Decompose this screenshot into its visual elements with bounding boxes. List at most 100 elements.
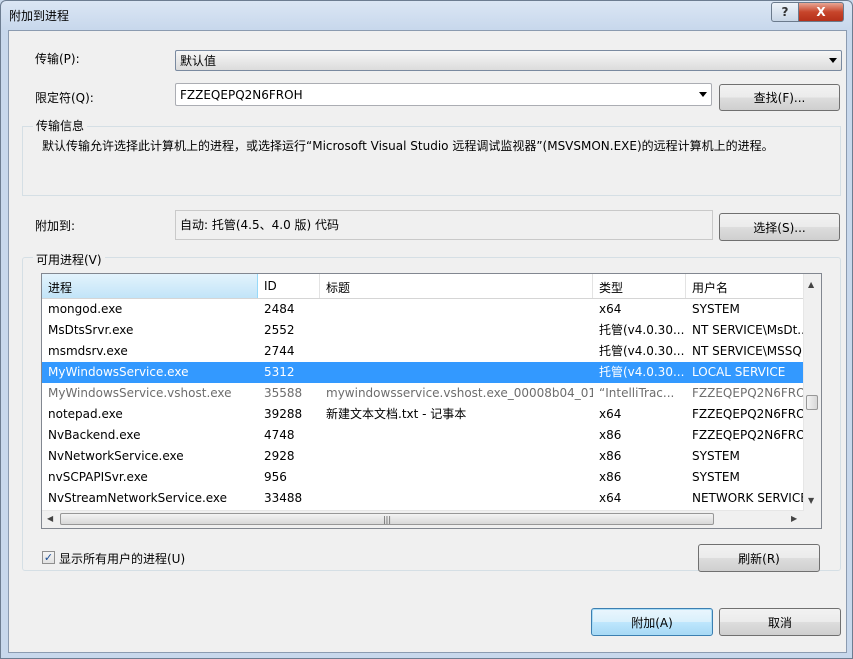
cell-id: 956	[264, 470, 287, 484]
cell-title	[320, 467, 593, 488]
cell-id: 2744	[264, 344, 295, 358]
scroll-down-icon[interactable]: ▼	[808, 496, 814, 505]
cell-user: FZZEQEPQ2N6FRO...	[692, 386, 804, 400]
cell-id: 39288	[264, 407, 303, 421]
horizontal-scroll-thumb[interactable]: |||	[60, 513, 714, 525]
cell-process: nvSCPAPISvr.exe	[48, 470, 148, 484]
cell-process: MsDtsSrvr.exe	[48, 323, 134, 337]
dialog-client: 传输(P): 默认值 限定符(Q): FZZEQEPQ2N6FROH 查找(F)…	[8, 30, 847, 653]
scroll-up-icon[interactable]: ▲	[808, 280, 814, 289]
cell-title	[320, 425, 593, 446]
available-processes-title: 可用进程(V)	[33, 251, 105, 268]
find-button[interactable]: 查找(F)...	[719, 84, 840, 111]
cell-id: 2484	[264, 302, 295, 316]
cell-type: 托管(v4.0.30...	[599, 323, 685, 337]
table-row[interactable]: msmdsrv.exe 2744 托管(v4.0.30... NT SERVICE\M…	[42, 341, 804, 362]
cell-id: 2552	[264, 323, 295, 337]
qualifier-combo[interactable]: FZZEQEPQ2N6FROH	[175, 83, 712, 106]
horizontal-scrollbar[interactable]: ◀ ||| ▶	[42, 510, 804, 528]
list-header: 进程 ID 标题 类型 用户名	[42, 274, 821, 299]
table-row[interactable]: mongod.exe 2484 x64 SYSTEM	[42, 299, 804, 320]
table-row[interactable]: nvSCPAPISvr.exe 956 x86 SYSTEM	[42, 467, 804, 488]
cell-title: 新建文本文档.txt - 记事本	[326, 407, 467, 421]
attach-to-value: 自动: 托管(4.5、4.0 版) 代码	[175, 210, 713, 240]
cell-process: msmdsrv.exe	[48, 344, 128, 358]
cell-type: x64	[599, 407, 622, 421]
cell-id: 4748	[264, 428, 295, 442]
attach-button[interactable]: 附加(A)	[591, 608, 713, 636]
refresh-button[interactable]: 刷新(R)	[698, 544, 820, 572]
grip-icon: |||	[382, 514, 392, 524]
vertical-scroll-thumb[interactable]	[806, 395, 818, 410]
title-bar[interactable]: 附加到进程 ? X	[1, 1, 852, 29]
cell-process: NvBackend.exe	[48, 428, 141, 442]
cell-title	[320, 488, 593, 509]
cell-id: 2928	[264, 449, 295, 463]
process-list[interactable]: 进程 ID 标题 类型 用户名 mongod.exe 2484 x64 SYSTEM M…	[41, 273, 822, 529]
check-icon: ✓	[43, 551, 54, 564]
select-button[interactable]: 选择(S)...	[719, 213, 840, 241]
cell-type: x86	[599, 449, 622, 463]
cell-title	[320, 362, 593, 383]
scroll-right-icon[interactable]: ▶	[791, 514, 797, 523]
chevron-down-icon	[699, 92, 707, 97]
column-header-type[interactable]: 类型	[593, 274, 686, 298]
cell-user: FZZEQEPQ2N6FRO...	[692, 407, 804, 421]
table-row[interactable]: notepad.exe 39288 新建文本文档.txt - 记事本 x64 FZZEQ…	[42, 404, 804, 425]
table-row[interactable]: NvBackend.exe 4748 x86 FZZEQEPQ2N6FRO...	[42, 425, 804, 446]
close-button[interactable]: X	[798, 2, 844, 22]
qualifier-label: 限定符(Q):	[35, 91, 94, 105]
table-row[interactable]: MyWindowsService.vshost.exe 35588 mywindow…	[42, 383, 804, 404]
cell-id: 33488	[264, 491, 303, 505]
help-button[interactable]: ?	[771, 2, 799, 22]
cell-title: mywindowsservice.vshost.exe_00008b04_01.…	[326, 386, 593, 400]
show-all-users-checkbox[interactable]: ✓	[42, 551, 55, 564]
transport-label: 传输(P):	[35, 52, 80, 66]
cell-process: NvStreamNetworkService.exe	[48, 491, 228, 505]
cell-user: NT SERVICE\MSSQ	[692, 344, 802, 358]
cell-type: 托管(v4.0.30...	[599, 365, 685, 379]
transport-info-text: 默认传输允许选择此计算机上的进程，或选择运行“Microsoft Visual …	[42, 139, 774, 153]
table-row[interactable]: MyWindowsService.exe 5312 托管(v4.0.30... LOC…	[42, 362, 804, 383]
close-icon: X	[816, 5, 826, 19]
cell-type: x86	[599, 428, 622, 442]
cell-id: 35588	[264, 386, 303, 400]
table-row[interactable]: NvNetworkService.exe 2928 x86 SYSTEM	[42, 446, 804, 467]
column-header-title[interactable]: 标题	[320, 274, 593, 298]
cell-type: 托管(v4.0.30...	[599, 344, 685, 358]
cell-user: NT SERVICE\MsDt...	[692, 323, 804, 337]
cell-id: 5312	[264, 365, 295, 379]
cell-title	[320, 320, 593, 341]
column-header-id[interactable]: ID	[258, 274, 320, 298]
cancel-button[interactable]: 取消	[719, 608, 841, 636]
cell-user: LOCAL SERVICE	[692, 365, 786, 379]
cell-user: SYSTEM	[692, 302, 740, 316]
cell-title	[320, 446, 593, 467]
show-all-users-label[interactable]: 显示所有用户的进程(U)	[59, 550, 185, 567]
cell-user: NETWORK SERVICE	[692, 491, 804, 505]
table-row[interactable]: MsDtsSrvr.exe 2552 托管(v4.0.30... NT SERVICE…	[42, 320, 804, 341]
window-title: 附加到进程	[9, 9, 70, 23]
cell-title	[320, 341, 593, 362]
transport-value: 默认值	[180, 54, 217, 68]
attach-to-process-dialog: 附加到进程 ? X 传输(P): 默认值 限定符(Q): FZZEQEPQ2N6…	[0, 0, 853, 659]
chevron-down-icon	[829, 58, 837, 63]
table-row[interactable]: NvStreamNetworkService.exe 33488 x64 NETWOR…	[42, 488, 804, 509]
column-header-process[interactable]: 进程	[42, 274, 258, 298]
cell-process: MyWindowsService.vshost.exe	[48, 386, 232, 400]
qualifier-value: FZZEQEPQ2N6FROH	[180, 87, 303, 102]
help-icon: ?	[781, 5, 789, 19]
scroll-corner	[804, 511, 821, 528]
attach-to-label: 附加到:	[35, 219, 76, 233]
cell-type: x64	[599, 302, 622, 316]
cell-process: mongod.exe	[48, 302, 123, 316]
vertical-scrollbar[interactable]: ▲ ▼	[803, 274, 821, 511]
cell-user: FZZEQEPQ2N6FRO...	[692, 428, 804, 442]
transport-combo[interactable]: 默认值	[175, 50, 842, 71]
scroll-left-icon[interactable]: ◀	[47, 514, 53, 523]
cell-type: x86	[599, 470, 622, 484]
cell-process: NvNetworkService.exe	[48, 449, 184, 463]
column-header-user[interactable]: 用户名	[686, 274, 804, 298]
cell-process: MyWindowsService.exe	[48, 365, 189, 379]
cell-type: x64	[599, 491, 622, 505]
